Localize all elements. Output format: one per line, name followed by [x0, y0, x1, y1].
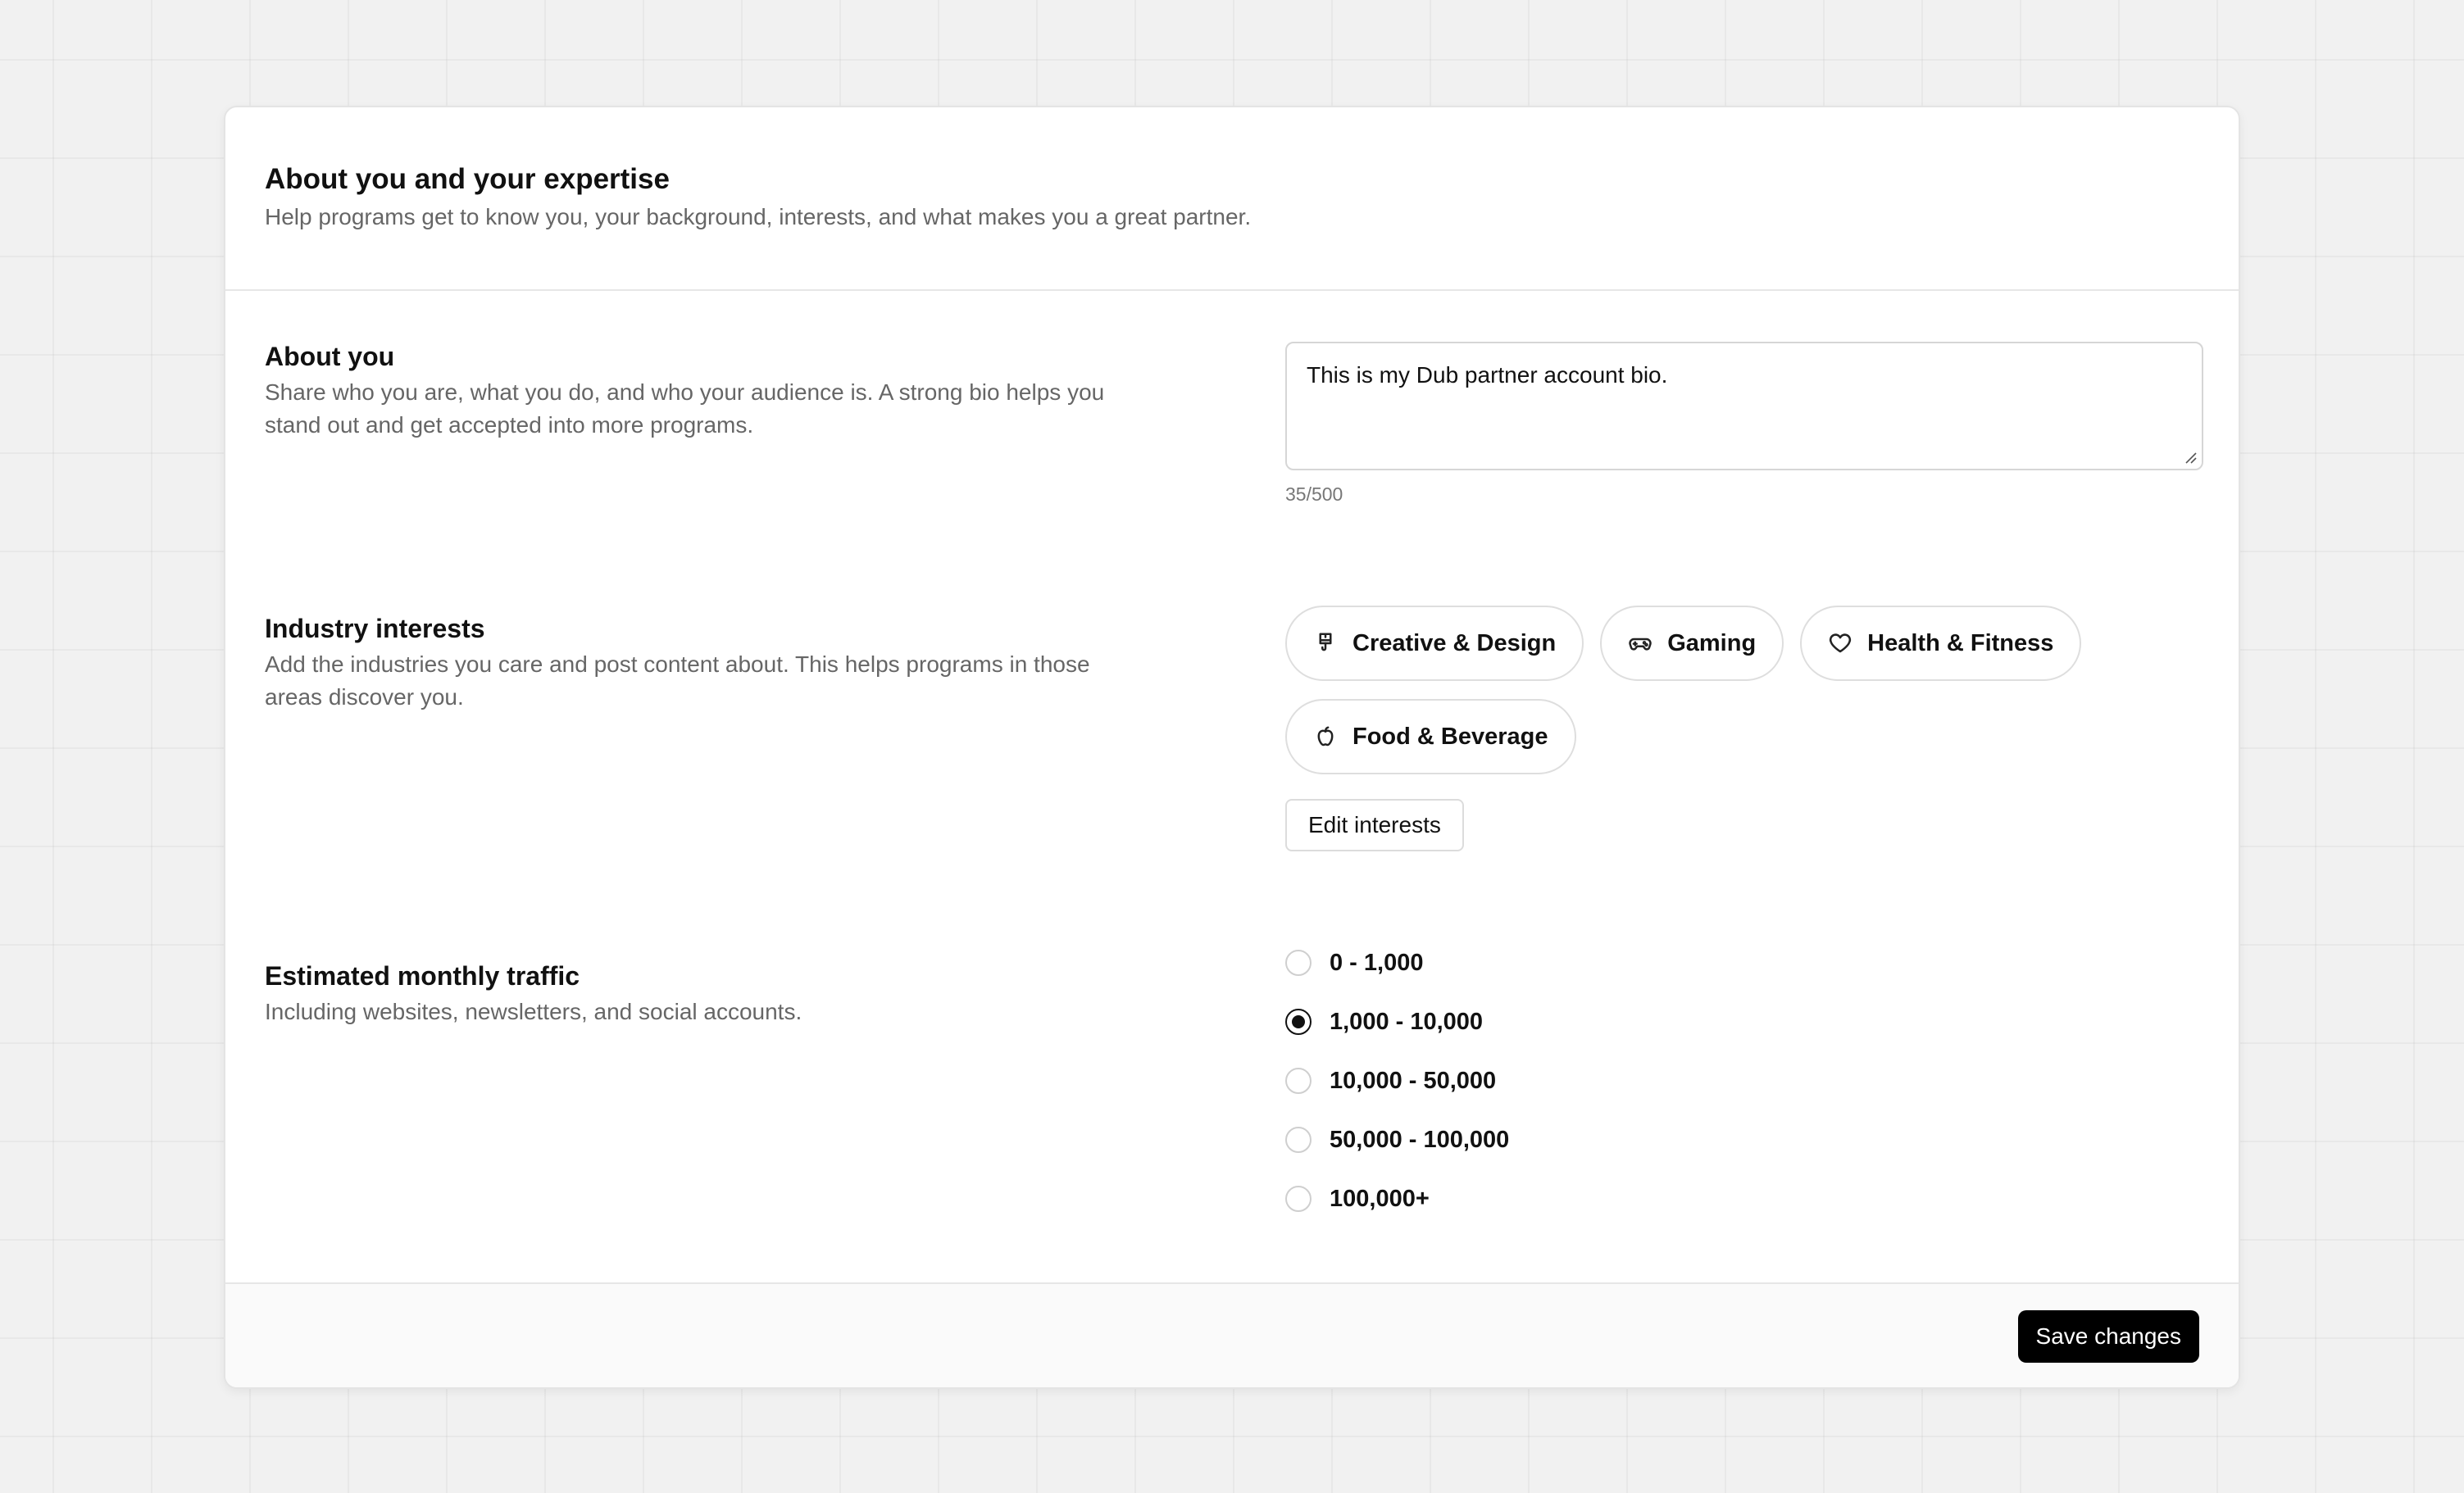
radio-label: 50,000 - 100,000 [1330, 1126, 1510, 1153]
interests-field: Creative & Design Gaming Health & Fitnes… [1285, 606, 2203, 851]
chip-label: Gaming [1667, 629, 1757, 656]
radio-label: 10,000 - 50,000 [1330, 1067, 1497, 1094]
bio-textarea[interactable]: This is my Dub partner account bio. [1285, 342, 2203, 470]
radio-option-0-1000[interactable]: 0 - 1,000 [1285, 933, 2203, 992]
page-subtitle: Help programs get to know you, your back… [265, 204, 1252, 229]
radio-label: 0 - 1,000 [1330, 949, 1424, 976]
traffic-title: Estimated monthly traffic [265, 961, 580, 991]
card-header: About you and your expertise Help progra… [225, 107, 2239, 291]
traffic-options: 0 - 1,000 1,000 - 10,000 10,000 - 50,000… [1285, 933, 2203, 1228]
chip-label: Health & Fitness [1867, 629, 2054, 656]
chip-health-fitness[interactable]: Health & Fitness [1800, 606, 2082, 681]
radio-button[interactable] [1285, 1186, 1312, 1212]
radio-option-1000-10000[interactable]: 1,000 - 10,000 [1285, 992, 2203, 1051]
radio-button[interactable] [1285, 1068, 1312, 1094]
radio-button[interactable] [1285, 950, 1312, 976]
heart-icon [1830, 633, 1852, 653]
radio-option-50000-100000[interactable]: 50,000 - 100,000 [1285, 1110, 2203, 1169]
chip-label: Creative & Design [1352, 629, 1557, 656]
chip-label: Food & Beverage [1352, 723, 1548, 750]
paintbrush-icon [1319, 633, 1332, 651]
apple-icon [1317, 726, 1334, 746]
about-title: About you [265, 342, 395, 371]
page-title: About you and your expertise [265, 163, 670, 195]
bio-text: This is my Dub partner account bio. [1307, 362, 1668, 388]
radio-label: 100,000+ [1330, 1185, 1430, 1212]
card-footer: Save changes [225, 1282, 2239, 1387]
about-info: About you Share who you are, what you do… [265, 340, 1150, 442]
interest-chips: Creative & Design Gaming Health & Fitnes… [1285, 606, 2203, 774]
interests-info: Industry interests Add the industries yo… [265, 612, 1150, 714]
settings-card: About you and your expertise Help progra… [224, 106, 2240, 1389]
about-description: Share who you are, what you do, and who … [265, 379, 1105, 438]
resize-handle-icon[interactable] [2184, 451, 2197, 464]
save-changes-button[interactable]: Save changes [2017, 1310, 2199, 1363]
gamepad-icon [1629, 638, 1652, 651]
chip-gaming[interactable]: Gaming [1600, 606, 1784, 681]
chip-creative-design[interactable]: Creative & Design [1285, 606, 1584, 681]
radio-label: 1,000 - 10,000 [1330, 1008, 1484, 1035]
radio-option-10000-50000[interactable]: 10,000 - 50,000 [1285, 1051, 2203, 1110]
radio-option-100000-plus[interactable]: 100,000+ [1285, 1169, 2203, 1228]
about-field: This is my Dub partner account bio. 35/5… [1285, 342, 2203, 506]
interests-description: Add the industries you care and post con… [265, 651, 1090, 710]
chip-food-beverage[interactable]: Food & Beverage [1285, 699, 1576, 774]
radio-button[interactable] [1285, 1127, 1312, 1153]
traffic-description: Including websites, newsletters, and soc… [265, 999, 802, 1024]
edit-interests-button[interactable]: Edit interests [1285, 799, 1464, 851]
interests-title: Industry interests [265, 614, 485, 643]
radio-button-selected[interactable] [1285, 1009, 1312, 1035]
traffic-info: Estimated monthly traffic Including webs… [265, 960, 1150, 1028]
char-count: 35/500 [1285, 483, 1343, 505]
